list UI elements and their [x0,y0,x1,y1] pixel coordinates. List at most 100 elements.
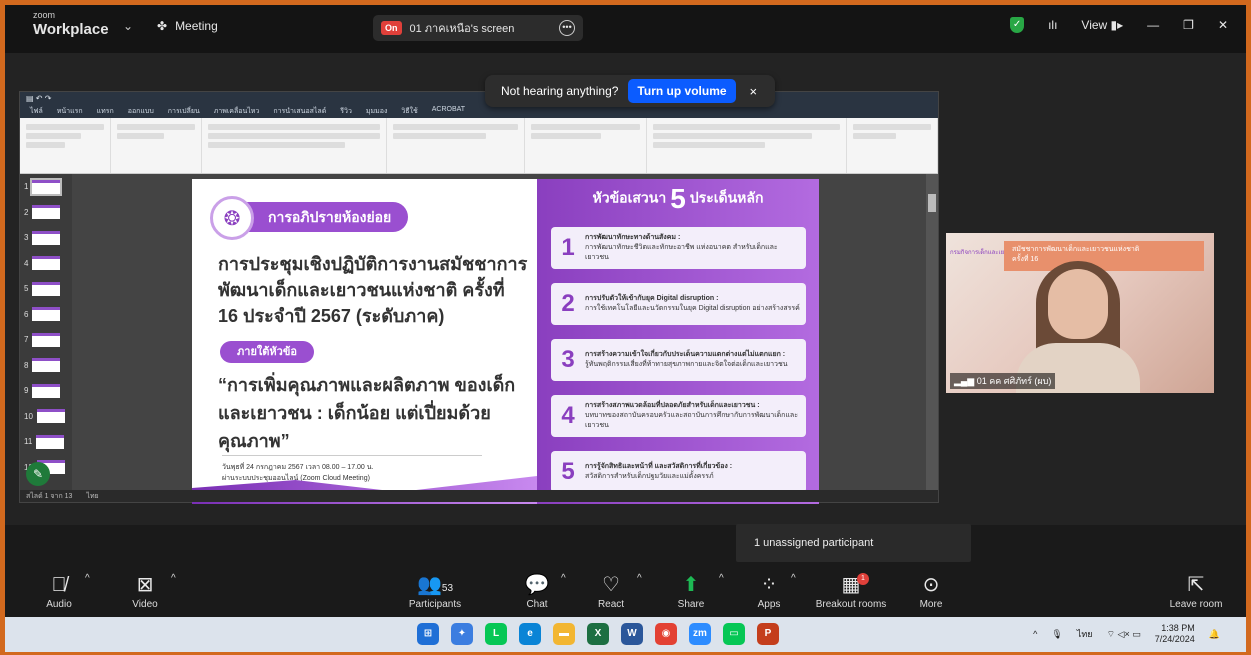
share-screen-icon: ⬆ [682,574,700,596]
ppt-menu-item[interactable]: รีวิว [340,106,352,118]
slide-date-line1: วันพุธที่ 24 กรกฎาคม 2567 เวลา 08.00 – 1… [222,464,374,471]
slide-thumbnail[interactable]: 8 [20,353,72,379]
ribbon-group[interactable] [20,118,112,173]
video-button[interactable]: ⊠ Video [123,573,167,610]
breakout-rooms-button[interactable]: ▦ 1 Breakout rooms [811,573,891,610]
excel-icon[interactable]: X [587,623,609,645]
ppt-menu-item[interactable]: การนำเสนอสไลด์ [273,106,326,118]
chrome-icon[interactable]: ◉ [655,623,677,645]
system-tray: ^ 🎙 ไทย ⌔ ◁× ▭ 1:38 PM 7/24/2024 🔔 [1033,623,1220,645]
meeting-menu[interactable]: ✤ Meeting [157,19,218,33]
slide-thumbnail[interactable]: 11 [20,429,72,455]
screen-share-indicator[interactable]: On 01 ภาคเหนือ's screen ••• [373,15,583,41]
ppt-vertical-scrollbar[interactable] [926,174,938,490]
chat-button[interactable]: 💬 Chat [517,573,557,610]
close-icon[interactable]: ✕ [1218,18,1228,32]
audio-options-caret[interactable]: ^ [85,573,90,584]
topic-item: 4 การสร้างสภาพแวดล้อมที่ปลอดภัยสำหรับเด็… [551,395,806,437]
slide-thumbnail[interactable]: 9 [20,378,72,404]
slide-thumbnail[interactable]: 4 [20,251,72,277]
line-app-icon[interactable]: L [485,623,507,645]
more-options-icon[interactable]: ••• [559,20,575,36]
minimize-icon[interactable]: — [1147,18,1159,32]
line-chat-icon[interactable]: ▭ [723,623,745,645]
slide-thumbnail[interactable]: 2 [20,200,72,226]
apps-icon: ⁘ [760,574,778,596]
annotate-pen-icon[interactable]: ✎ [26,462,50,486]
ppt-menu-item[interactable]: การเปลี่ยน [168,106,200,118]
slide-date: วันพุธที่ 24 กรกฎาคม 2567 เวลา 08.00 – 1… [222,455,482,484]
ppt-statusbar: สไลด์ 1 จาก 13 ไทย [20,490,938,502]
video-options-caret[interactable]: ^ [171,573,176,584]
react-button[interactable]: ♡ React [589,573,633,610]
word-icon[interactable]: W [621,623,643,645]
audio-button[interactable]: 🎙̸ Audio [39,573,79,610]
slide-date-line2: ผ่านระบบประชุมออนไลน์ (Zoom Cloud Meetin… [222,475,370,482]
microphone-muted-icon: 🎙̸ [51,574,67,596]
heart-icon: ♡ [602,574,620,596]
ppt-workarea: 1 2 3 4 5 6 7 8 9 10 11 12 ✎ การอภิปรา [20,174,938,504]
slide-thumbnail[interactable]: 10 [20,404,72,430]
leave-room-button[interactable]: ⇱ Leave room [1163,573,1229,610]
titlebar-controls: ✓ ılı View ▮▸ — ❐ ✕ [1010,17,1228,33]
copilot-icon[interactable]: ✦ [451,623,473,645]
chat-options-caret[interactable]: ^ [561,573,566,584]
edge-browser-icon[interactable]: e [519,623,541,645]
microphone-tray-icon[interactable]: 🎙 [1051,629,1062,640]
ribbon-group[interactable] [847,118,938,173]
wifi-icon[interactable]: ⌔ ◁× ▭ [1107,629,1141,640]
view-button[interactable]: View ▮▸ [1081,18,1123,32]
breakout-badge: 1 [857,573,869,585]
ppt-menu-item[interactable]: มุมมอง [366,106,387,118]
input-language[interactable]: ไทย [1077,627,1093,641]
ppt-menu-item[interactable]: ไฟล์ [30,106,43,118]
ppt-menu-item[interactable]: วิธีใช้ [401,106,417,118]
tray-overflow-icon[interactable]: ^ [1033,629,1037,639]
ribbon-group[interactable] [387,118,525,173]
screen-badge: On [381,21,402,35]
ribbon-group[interactable] [525,118,647,173]
powerpoint-icon[interactable]: P [757,623,779,645]
ppt-menu-item[interactable]: ภาพเคลื่อนไหว [214,106,260,118]
ppt-ribbon [20,118,938,174]
slide-thumbnail[interactable]: 6 [20,302,72,328]
slide-thumbnail[interactable]: 3 [20,225,72,251]
share-button[interactable]: ⬆ Share [669,573,713,610]
ppt-menu-item[interactable]: แทรก [97,106,114,118]
apps-options-caret[interactable]: ^ [791,573,796,584]
zoom-titlebar: zoom Workplace ⌄ ✤ Meeting On 01 ภาคเหนื… [5,5,1246,53]
react-options-caret[interactable]: ^ [637,573,642,584]
system-clock[interactable]: 1:38 PM 7/24/2024 [1155,623,1195,645]
zoom-app-icon[interactable]: zm [689,623,711,645]
start-icon[interactable]: ⊞ [417,623,439,645]
ribbon-group[interactable] [202,118,387,173]
file-explorer-icon[interactable]: ▬ [553,623,575,645]
participant-video-tile[interactable]: กรมกิจการเด็กและเยาวชน สมัชชาการพัฒนาเด็… [946,233,1214,393]
ribbon-group[interactable] [647,118,847,173]
share-options-caret[interactable]: ^ [719,573,724,584]
breakout-rooms-icon: ▦ 1 [811,573,891,597]
turn-up-volume-button[interactable]: Turn up volume [628,79,736,103]
ppt-menu-item[interactable]: ACROBAT [432,106,465,118]
audio-level-icon: ılı [1048,18,1058,32]
chat-icon: 💬 [524,574,550,596]
ribbon-group[interactable] [111,118,203,173]
topic-item: 2 การปรับตัวให้เข้ากับยุค Digital disrup… [551,283,806,325]
participant-name-label: ▂▄▆ 01 คค ศศิภัทร์ (ผบ) [950,373,1056,389]
close-toast-icon[interactable]: × [750,84,758,99]
chevron-down-icon[interactable]: ⌄ [123,19,133,33]
more-button[interactable]: ⊙ More [911,573,951,610]
notification-bell-icon[interactable]: 🔔 [1209,629,1220,640]
brand-big: Workplace [33,21,109,38]
slide-thumbnail[interactable]: 5 [20,276,72,302]
slide-thumbnail[interactable]: 1 [20,174,72,200]
slide-title: การประชุมเชิงปฏิบัติการงานสมัชชาการพัฒนา… [218,254,528,326]
audio-toast: Not hearing anything? Turn up volume × [485,75,775,107]
slide-thumbnail[interactable]: 7 [20,327,72,353]
ppt-menu-item[interactable]: ออกแบบ [128,106,154,118]
security-shield-icon[interactable]: ✓ [1010,17,1025,33]
restore-icon[interactable]: ❐ [1183,18,1194,32]
ppt-menu-item[interactable]: หน้าแรก [57,106,83,118]
apps-button[interactable]: ⁘ Apps [749,573,789,610]
participants-button[interactable]: 👥53 Participants [403,573,467,610]
